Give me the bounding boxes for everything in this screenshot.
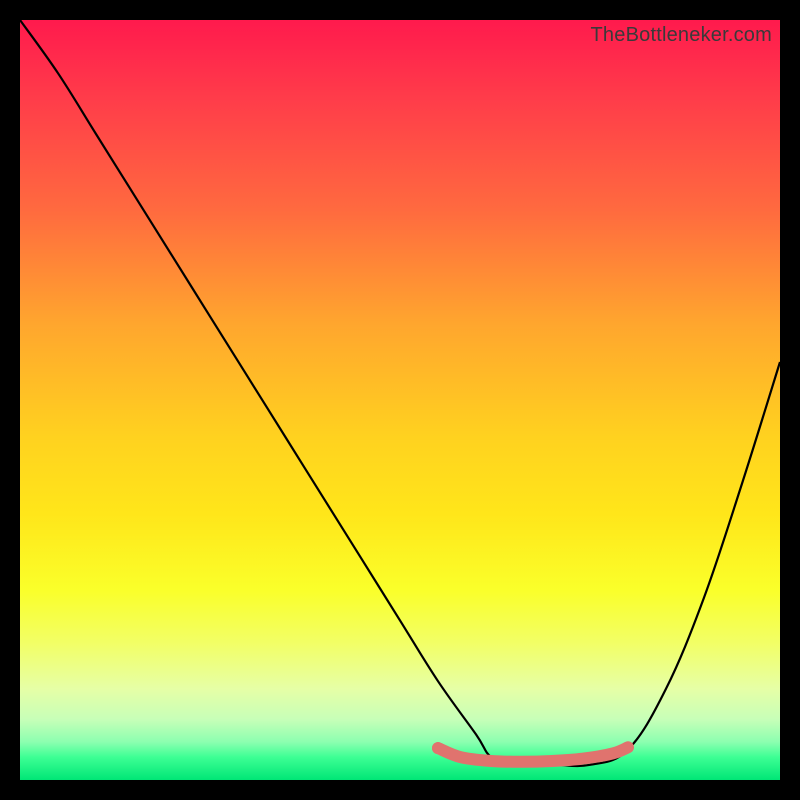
chart-svg — [20, 20, 780, 780]
bottleneck-curve-path — [20, 20, 780, 766]
optimal-range-start-dot — [432, 742, 444, 754]
chart-frame: TheBottleneker.com — [0, 0, 800, 800]
optimal-range-path — [438, 747, 628, 761]
plot-area: TheBottleneker.com — [20, 20, 780, 780]
